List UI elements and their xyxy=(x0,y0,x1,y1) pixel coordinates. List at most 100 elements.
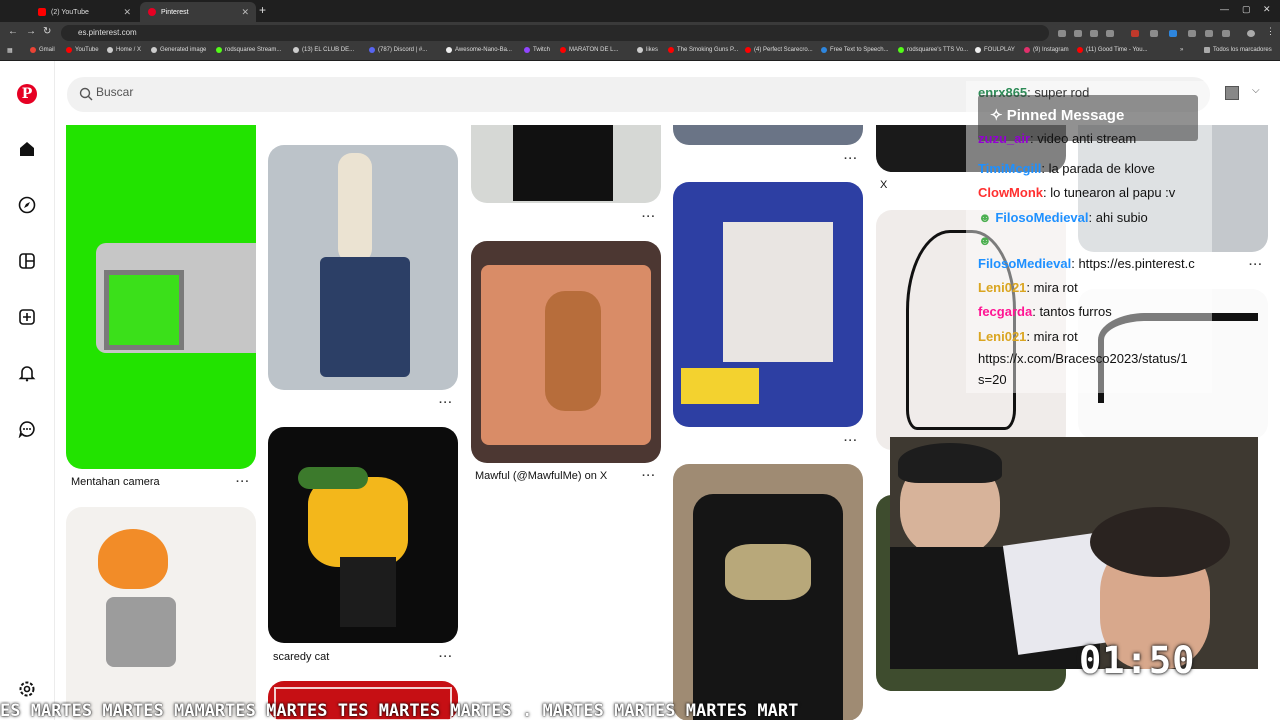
extension-icon[interactable] xyxy=(1074,30,1082,37)
pin-image[interactable] xyxy=(673,464,863,720)
chat-message: zuzu_air: video anti stream xyxy=(978,131,1137,146)
pin-image[interactable] xyxy=(66,507,256,720)
pin-more-button[interactable]: ··· xyxy=(439,397,453,409)
jacket-print xyxy=(725,544,811,600)
extension-icon[interactable] xyxy=(1058,30,1066,37)
bookmark-item[interactable]: (11) Good Time - You... xyxy=(1077,47,1148,53)
url-text: es.pinterest.com xyxy=(78,28,137,37)
pin-more-button[interactable]: ··· xyxy=(844,153,858,165)
camcorder-screen xyxy=(104,270,184,350)
all-bookmarks-folder[interactable]: Todos los marcadores xyxy=(1204,47,1272,53)
bookmark-item[interactable]: Awesome-Nano-Ba... xyxy=(446,47,512,53)
chat-link: https://x.com/Bracesco2023/status/1 xyxy=(978,351,1188,366)
fox-cartoon-body xyxy=(106,597,176,667)
cat-character-image xyxy=(308,477,408,567)
bookmark-item[interactable]: (787) Discord | #... xyxy=(369,47,427,53)
explore-icon[interactable] xyxy=(17,195,37,215)
pin-image[interactable] xyxy=(471,125,661,203)
boards-icon[interactable] xyxy=(17,251,37,271)
pixelated-dog-image xyxy=(723,222,833,362)
pin-image[interactable] xyxy=(673,125,863,145)
jeans-image xyxy=(320,257,410,377)
extension-icon[interactable] xyxy=(1131,30,1139,37)
maximize-icon[interactable]: ▢ xyxy=(1242,4,1251,15)
pin-more-button[interactable]: ··· xyxy=(236,476,250,488)
back-icon[interactable]: ← xyxy=(8,26,18,37)
chat-link-continuation: s=20 xyxy=(978,372,1007,387)
chevron-down-icon[interactable]: ⌵ xyxy=(1252,85,1260,96)
create-icon[interactable] xyxy=(17,307,37,327)
forward-icon[interactable]: → xyxy=(26,26,36,37)
apps-icon[interactable]: ▦ xyxy=(7,47,13,54)
bookmark-item[interactable]: Gmail xyxy=(30,47,55,53)
pin-image[interactable] xyxy=(268,145,458,390)
new-tab-button[interactable]: + xyxy=(259,3,266,17)
tab-youtube[interactable]: (2) YouTube ✕ xyxy=(30,2,138,22)
pin-more-button[interactable]: ··· xyxy=(642,470,656,482)
extension-icon[interactable] xyxy=(1205,30,1213,37)
pin-more-button[interactable]: ··· xyxy=(642,211,656,223)
reload-icon[interactable]: ↻ xyxy=(43,26,51,37)
bookmark-item[interactable]: likes xyxy=(637,47,658,53)
pin-more-button[interactable]: ··· xyxy=(844,435,858,447)
pinned-message-header: ✧ Pinned Message xyxy=(990,107,1125,124)
extension-icon[interactable] xyxy=(1106,30,1114,37)
browser-menu-icon[interactable]: ⋮ xyxy=(1266,26,1275,37)
jacket-image xyxy=(693,494,843,720)
bookmarks-overflow-icon[interactable]: » xyxy=(1180,47,1183,53)
bookmark-item[interactable]: Home / X xyxy=(107,47,141,53)
extension-icon[interactable] xyxy=(1090,30,1098,37)
bookmark-item[interactable]: rodsquaree's TTS Vo... xyxy=(898,47,968,53)
search-input[interactable] xyxy=(96,85,496,99)
bookmark-item[interactable]: (4) Perfect Scarecro... xyxy=(745,47,813,53)
search-icon xyxy=(79,87,93,101)
notifications-icon[interactable] xyxy=(17,363,37,383)
close-tab-icon[interactable]: ✕ xyxy=(241,7,249,18)
extension-icon[interactable] xyxy=(1222,30,1230,37)
pin-image[interactable] xyxy=(66,125,256,469)
bookmark-item[interactable]: MARATON DE L... xyxy=(560,47,618,53)
extension-icon[interactable] xyxy=(1150,30,1158,37)
extension-icon[interactable] xyxy=(1188,30,1196,37)
pin-title[interactable]: X xyxy=(880,179,887,191)
bookmark-item[interactable]: The Smoking Guns P... xyxy=(668,47,738,53)
pin-title[interactable]: Mentahan camera xyxy=(71,476,160,488)
bookmark-item[interactable]: Generated image xyxy=(151,47,206,53)
address-bar-row: ← → ↻ es.pinterest.com ⋮ xyxy=(0,22,1280,43)
bookmark-item[interactable]: Free Text to Speech... xyxy=(821,47,889,53)
pin-more-button[interactable]: ··· xyxy=(439,651,453,663)
bookmark-item[interactable]: FOULPLAY xyxy=(975,47,1015,53)
tab-pinterest[interactable]: Pinterest ✕ xyxy=(140,2,256,22)
chat-message: Leni021: mira rot xyxy=(978,280,1078,295)
profile-avatar[interactable] xyxy=(1247,30,1255,37)
pin-title[interactable]: scaredy cat xyxy=(273,651,329,663)
pin-title[interactable]: Mawful (@MawfulMe) on X xyxy=(475,470,607,482)
character-in-car xyxy=(545,291,601,411)
tab-title: Pinterest xyxy=(161,8,189,16)
account-avatar[interactable] xyxy=(1225,86,1239,100)
pin-image[interactable] xyxy=(673,182,863,427)
pin-image[interactable] xyxy=(268,427,458,643)
streamer-hair-left xyxy=(898,443,1002,483)
url-field[interactable]: es.pinterest.com xyxy=(61,25,1049,41)
settings-icon[interactable] xyxy=(17,679,37,699)
bookmark-item[interactable]: Twitch xyxy=(524,47,550,53)
terrier-title-box xyxy=(681,368,759,404)
bookmark-item[interactable]: (13) EL CLUB DE... xyxy=(293,47,354,53)
bookmark-item[interactable]: YouTube xyxy=(66,47,99,53)
minimize-icon[interactable]: — xyxy=(1220,4,1229,14)
bookmark-item[interactable]: rodsquaree Stream... xyxy=(216,47,281,53)
messages-icon[interactable] xyxy=(17,419,37,439)
pin-image[interactable] xyxy=(471,241,661,463)
browser-tab-strip: (2) YouTube ✕ Pinterest ✕ + — ▢ ✕ xyxy=(0,0,1280,22)
stream-timer: 01:50 xyxy=(1079,639,1196,682)
home-icon[interactable] xyxy=(17,139,37,159)
close-window-icon[interactable]: ✕ xyxy=(1263,4,1271,15)
pin-more-button[interactable]: ··· xyxy=(1249,259,1263,271)
pinterest-logo[interactable]: P xyxy=(17,84,37,104)
extension-icon[interactable] xyxy=(1169,30,1177,37)
bookmark-item[interactable]: (9) Instagram xyxy=(1024,47,1069,53)
close-tab-icon[interactable]: ✕ xyxy=(123,7,131,18)
webcam-overlay xyxy=(890,437,1258,669)
fox-cartoon-image xyxy=(98,529,168,589)
